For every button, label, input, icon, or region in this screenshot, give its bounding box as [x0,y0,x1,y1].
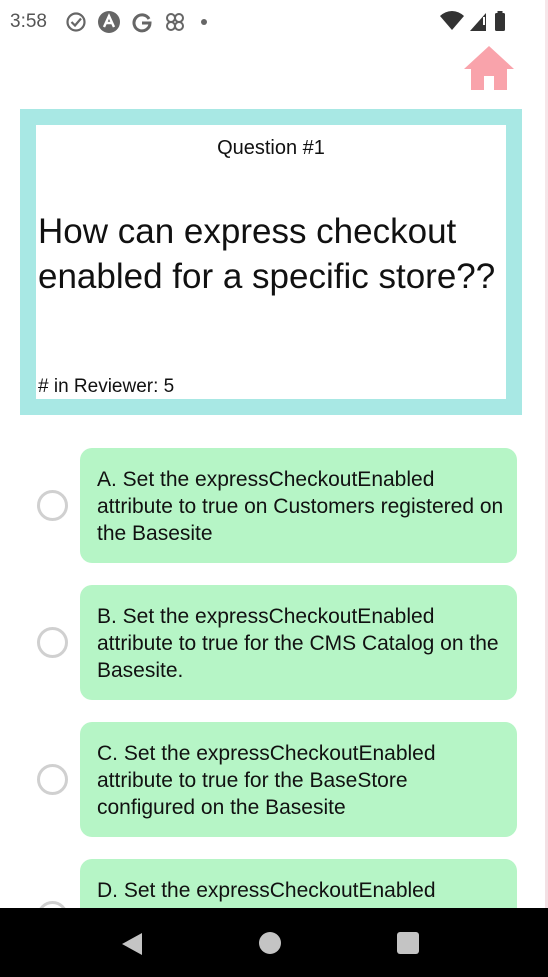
check-circle-icon [66,12,86,32]
signal-icon [470,13,486,31]
status-time: 3:58 [10,11,47,32]
option-b-radio[interactable] [37,627,68,658]
option-a-radio[interactable] [37,490,68,521]
question-text: How can express checkout enabled for a s… [38,212,496,296]
wifi-icon [440,11,464,30]
status-left-icons [65,10,211,34]
recents-icon[interactable] [397,932,419,954]
home-button[interactable] [462,44,516,92]
battery-icon [495,11,505,31]
option-b-card[interactable]: B. Set the expressCheckoutEnabled attrib… [80,585,517,700]
status-right-icons [440,10,506,32]
pinwheel-icon [165,13,184,31]
dot-icon [200,19,207,25]
reviewer-number: # in Reviewer: 5 [38,376,175,397]
g-icon [132,13,152,33]
system-nav-bar [0,908,548,977]
a-badge-icon [97,11,120,33]
option-c-card[interactable]: C. Set the expressCheckoutEnabled attrib… [80,722,517,837]
option-a-card[interactable]: A. Set the expressCheckoutEnabled attrib… [80,448,517,563]
home-icon [464,46,514,90]
question-card: Question #1 How can express checkout ena… [36,125,506,399]
option-c-radio[interactable] [37,764,68,795]
back-icon[interactable] [120,932,144,956]
home-circle-icon[interactable] [259,932,281,954]
question-number: Question #1 [217,137,325,159]
status-bar: 3:58 [0,0,548,44]
